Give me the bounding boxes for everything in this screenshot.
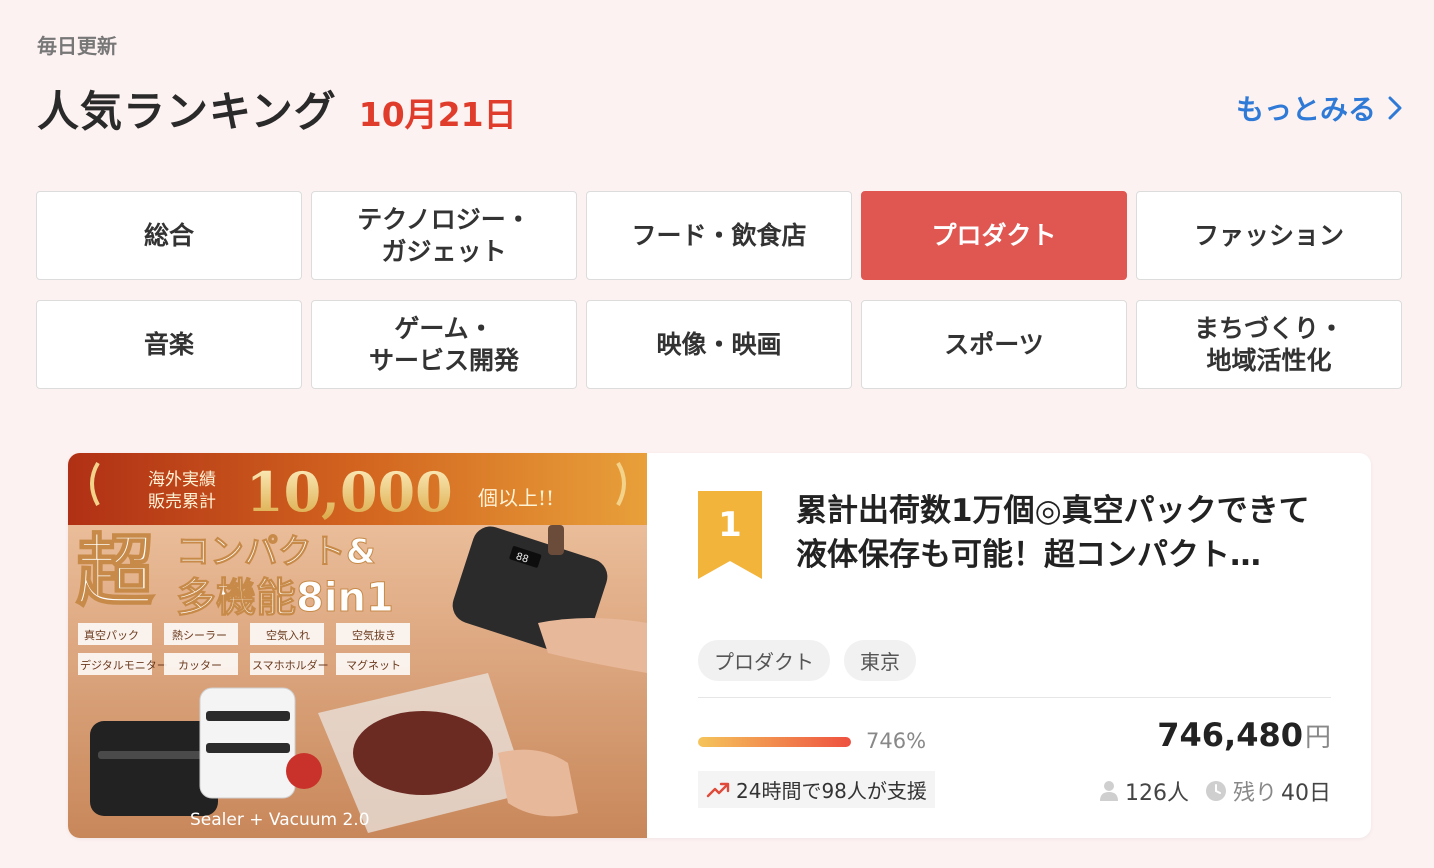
badge-top-text: 海外実績 [148,470,216,490]
project-card[interactable]: 海外実績 販売累計 10,000 個以上!! 超 コンパクト& 多機能8in1 … [68,453,1371,838]
project-title[interactable]: 累計出荷数1万個◎真空パックできて液体保存も可能！超コンパクト… [796,489,1336,577]
category-tab[interactable]: ゲーム・ サービス開発 [311,300,577,389]
project-meta: 126人 残り 40日 [1099,775,1331,807]
ranking-date: 10月21日 [358,95,517,134]
recent-supporters-text: 24時間で98人が支援 [736,779,927,803]
clock-icon [1205,781,1226,801]
backer-count: 126人 [1124,781,1189,806]
feature-label: カッター [178,659,222,672]
badge-suffix-text: 個以上!! [478,486,554,510]
remaining-label: 残り [1232,781,1277,806]
category-tab[interactable]: 総合 [36,191,302,280]
badge-bottom-text: 販売累計 [148,492,216,512]
category-tab[interactable]: プロダクト [861,191,1127,280]
tag-category[interactable]: プロダクト [698,640,830,681]
funding-amount: 746,480円 [1157,716,1331,754]
chevron-right-icon [1388,96,1402,120]
daily-update-label: 毎日更新 [37,34,117,58]
see-more-link[interactable]: もっとみる [1236,88,1402,128]
feature-label: 空気抜き [352,628,396,642]
category-tab[interactable]: スポーツ [861,300,1127,389]
page-title: 人気ランキング [37,87,337,136]
rank-badge: 1 [698,491,762,583]
category-tabs: 総合 テクノロジー・ ガジェット フード・飲食店 プロダクト ファッション 音楽… [36,191,1402,389]
remaining-days: 40日 [1281,781,1331,806]
ranking-header: 人気ランキング 10月21日 [37,78,517,139]
headline-line-2: 多機能8in1 [176,575,394,621]
feature-label: 空気入れ [266,628,310,642]
amount-value: 746,480 [1157,716,1303,754]
category-tab[interactable]: フード・飲食店 [586,191,852,280]
headline-line-1: コンパクト& [176,532,376,572]
category-tab[interactable]: テクノロジー・ ガジェット [311,191,577,280]
currency-label: 円 [1304,723,1331,753]
badge-number-text: 10,000 [246,460,453,524]
category-tab[interactable]: まちづくり・ 地域活性化 [1136,300,1402,389]
feature-label: デジタルモニター [80,658,168,672]
headline-char: 超 [76,527,155,617]
rank-number: 1 [718,505,742,545]
tag-location[interactable]: 東京 [844,640,916,681]
category-tab[interactable]: 映像・映画 [586,300,852,389]
trending-up-icon [706,782,730,797]
project-tags: プロダクト 東京 [698,640,916,681]
feature-label: 真空パック [84,628,139,642]
funding-percent: 746% [866,729,927,753]
person-icon [1099,781,1118,801]
product-name-text: Sealer + Vacuum 2.0 [190,810,370,830]
recent-supporters-badge: 24時間で98人が支援 [698,771,935,808]
feature-label: スマホホルダー [252,658,329,672]
category-tab[interactable]: ファッション [1136,191,1402,280]
see-more-label: もっとみる [1235,93,1376,126]
divider [698,697,1331,698]
feature-label: マグネット [346,658,401,672]
project-thumbnail[interactable]: 海外実績 販売累計 10,000 個以上!! 超 コンパクト& 多機能8in1 … [68,453,647,838]
feature-label: 熱シーラー [172,629,227,642]
funding-progress-bar [698,737,851,747]
category-tab[interactable]: 音楽 [36,300,302,389]
